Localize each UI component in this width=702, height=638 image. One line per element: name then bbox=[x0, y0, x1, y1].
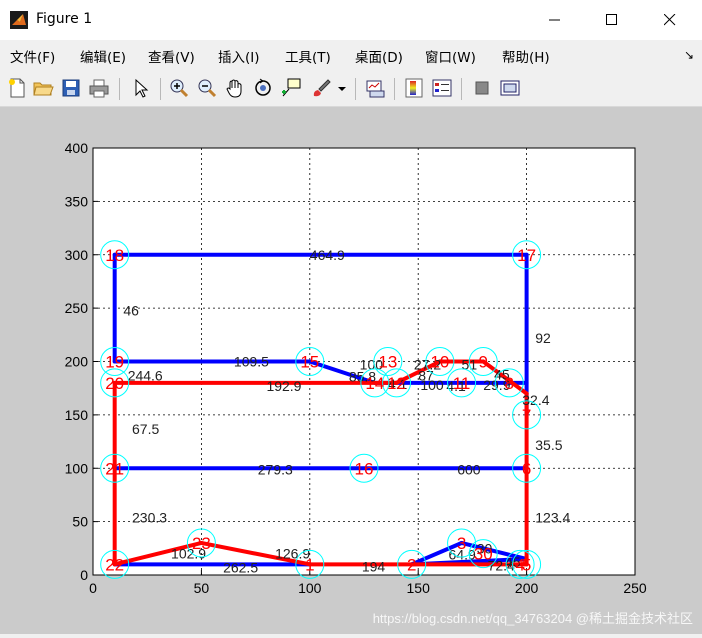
x-tick-label: 250 bbox=[623, 580, 647, 596]
figure-canvas: 0 50 100 150 200 250 0 50 100 150 200 250 300 350 400 4… bbox=[0, 107, 702, 634]
print-icon[interactable] bbox=[88, 77, 110, 99]
pan-hand-icon[interactable] bbox=[224, 77, 246, 99]
node-label: 7 bbox=[522, 406, 531, 425]
open-file-icon[interactable] bbox=[32, 77, 54, 99]
node-label: 3 bbox=[457, 534, 466, 553]
close-button[interactable] bbox=[642, 0, 698, 40]
select-arrow-icon[interactable] bbox=[130, 77, 152, 99]
matlab-logo-icon bbox=[10, 11, 28, 29]
edge-label: 600 bbox=[457, 461, 481, 477]
edge-label: 192.9 bbox=[266, 378, 301, 394]
node-label: 23 bbox=[192, 534, 211, 553]
minimize-button[interactable] bbox=[527, 0, 583, 40]
node-label: 2 bbox=[407, 555, 416, 574]
y-tick-label: 250 bbox=[65, 300, 89, 316]
save-icon[interactable] bbox=[60, 77, 82, 99]
edge-label: 100 bbox=[420, 377, 444, 393]
node-label: 18 bbox=[105, 246, 124, 265]
minimize-icon bbox=[549, 19, 560, 21]
edge-label: 67.5 bbox=[132, 421, 159, 437]
menu-view[interactable]: 查看(V) bbox=[148, 46, 195, 66]
zoom-in-icon[interactable] bbox=[168, 77, 190, 99]
menu-edit[interactable]: 编辑(E) bbox=[80, 46, 126, 66]
y-tick-label: 200 bbox=[65, 354, 89, 370]
y-tick-label: 100 bbox=[65, 460, 89, 476]
watermark-text: https://blog.csdn.net/qq_34763204 @稀土掘金技… bbox=[373, 611, 693, 626]
title-bar: Figure 1 bbox=[0, 0, 702, 40]
node-label: 9 bbox=[479, 353, 488, 372]
plot-figure: 0 50 100 150 200 250 0 50 100 150 200 250 300 350 400 4… bbox=[65, 140, 693, 626]
x-tick-label: 100 bbox=[298, 580, 322, 596]
data-cursor-icon[interactable] bbox=[280, 77, 302, 99]
node-label: 30 bbox=[474, 545, 493, 564]
y-tick-label: 400 bbox=[65, 140, 89, 156]
new-figure-icon[interactable] bbox=[6, 77, 28, 99]
menu-file[interactable]: 文件(F) bbox=[10, 46, 55, 66]
menu-tools[interactable]: 工具(T) bbox=[285, 46, 331, 66]
edge-label: 35.5 bbox=[535, 437, 562, 453]
y-tick-label: 50 bbox=[72, 514, 88, 530]
node-label: 12 bbox=[387, 374, 406, 393]
colorbar-icon[interactable] bbox=[403, 77, 425, 99]
rotate-3d-icon[interactable] bbox=[252, 77, 274, 99]
x-tick-label: 50 bbox=[194, 580, 210, 596]
node-label: 17 bbox=[517, 246, 536, 265]
node-label: 14 bbox=[365, 374, 384, 393]
edge-label: 464.9 bbox=[310, 247, 345, 263]
node-label: 13 bbox=[378, 353, 397, 372]
edge-label: 194 bbox=[362, 558, 386, 574]
y-tick-label: 300 bbox=[65, 247, 89, 263]
node-label: 11 bbox=[453, 374, 471, 393]
x-tick-label: 200 bbox=[515, 580, 539, 596]
link-plot-icon[interactable] bbox=[364, 77, 386, 99]
edge-label: 46 bbox=[123, 302, 139, 318]
y-tick-label: 150 bbox=[65, 407, 89, 423]
window-title: Figure 1 bbox=[36, 11, 93, 27]
show-plot-tools-icon[interactable] bbox=[499, 77, 521, 99]
node-label: 15 bbox=[300, 353, 319, 372]
y-tick-label: 350 bbox=[65, 193, 89, 209]
node-label: 16 bbox=[355, 459, 374, 478]
edge-label: 244.6 bbox=[128, 367, 163, 383]
node-label: 1 bbox=[305, 555, 314, 574]
maximize-icon bbox=[606, 14, 617, 25]
node-label: 6 bbox=[522, 459, 531, 478]
node-label: 10 bbox=[430, 353, 449, 372]
edge-label: 92 bbox=[535, 330, 551, 346]
menu-insert[interactable]: 插入(I) bbox=[218, 46, 260, 66]
node-label: 22 bbox=[105, 555, 124, 574]
edge-label: 123.4 bbox=[535, 509, 570, 525]
y-tick-label: 0 bbox=[80, 567, 88, 583]
menu-help[interactable]: 帮助(H) bbox=[502, 46, 550, 66]
edge-label: 230.3 bbox=[132, 509, 167, 525]
edge-label: 262.5 bbox=[223, 560, 258, 576]
zoom-out-icon[interactable] bbox=[196, 77, 218, 99]
node-label: 8 bbox=[505, 374, 514, 393]
x-tick-label: 0 bbox=[89, 580, 97, 596]
dock-arrow-icon[interactable]: ↘ bbox=[684, 48, 694, 62]
close-icon bbox=[664, 14, 676, 26]
brush-dropdown-icon[interactable] bbox=[336, 77, 348, 99]
brush-icon[interactable] bbox=[310, 77, 332, 99]
x-tick-label: 150 bbox=[407, 580, 431, 596]
node-label: 20 bbox=[105, 374, 124, 393]
node-label: 5 bbox=[522, 555, 531, 574]
menu-bar: 文件(F) 编辑(E) 查看(V) 插入(I) 工具(T) 桌面(D) 窗口(W… bbox=[0, 40, 702, 70]
toolbar bbox=[0, 70, 702, 107]
node-label: 21 bbox=[105, 459, 124, 478]
hide-plot-tools-icon[interactable] bbox=[471, 77, 493, 99]
menu-desktop[interactable]: 桌面(D) bbox=[355, 46, 403, 66]
legend-icon[interactable] bbox=[431, 77, 453, 99]
maximize-button[interactable] bbox=[584, 0, 640, 40]
edge-label: 109.5 bbox=[234, 354, 269, 370]
menu-window[interactable]: 窗口(W) bbox=[425, 46, 476, 66]
edge-label: 279.3 bbox=[258, 461, 293, 477]
